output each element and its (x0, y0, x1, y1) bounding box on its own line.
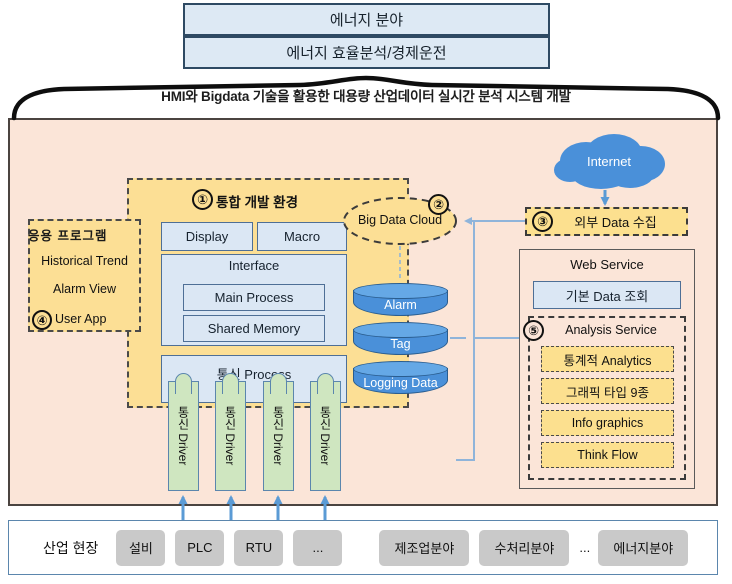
marker-1-icon: ① (192, 189, 213, 210)
device-chip-equipment[interactable]: 설비 (116, 529, 166, 566)
macro-label: Macro (283, 229, 321, 244)
main-process-box[interactable]: Main Process (183, 284, 325, 311)
analysis-item-graphic-types[interactable]: 그래픽 타입 9종 (541, 378, 674, 404)
banner-energy-efficiency: 에너지 효율분석/경제운전 (183, 36, 550, 69)
driver-2-text: 통신 Driver (216, 382, 245, 490)
field-chip-water-treatment-label: 수처리분야 (494, 541, 555, 556)
banner-energy-field-label: 에너지 분야 (329, 12, 404, 29)
device-chip-rtu[interactable]: RTU (234, 529, 284, 566)
field-chip-ellipsis: ... (579, 540, 590, 555)
page-title: HMI와 Bigdata 기술을 활용한 대용량 산업데이터 실시간 분석 시스… (60, 84, 672, 106)
basic-data-query-label: 기본 Data 조회 (565, 288, 649, 304)
database-logging-data: Logging Data (353, 361, 448, 394)
analysis-item-think-flow-label: Think Flow (577, 448, 638, 462)
marker-4-icon: ④ (32, 310, 52, 330)
banner-energy-field: 에너지 분야 (183, 3, 550, 36)
database-tag-label: Tag (390, 337, 411, 351)
internet-cloud: Internet (546, 133, 672, 195)
device-chip-rtu-label: RTU (245, 540, 273, 555)
marker-3-label: ③ (536, 214, 548, 229)
ide-title-text: 통합 개발 환경 (216, 195, 299, 210)
device-chip-more-label: ... (312, 540, 324, 555)
driver-box-3[interactable]: 통신 Driver (263, 373, 294, 491)
driver-4-label: 통신 Driver (318, 406, 332, 466)
marker-1-label: ① (196, 192, 208, 207)
field-chip-energy-label: 에너지분야 (613, 541, 674, 556)
app-item-alarm-view-label: Alarm View (53, 282, 116, 296)
app-item-user-app-label: User App (55, 312, 107, 326)
device-chip-more[interactable]: ... (293, 529, 343, 566)
app-item-alarm-view[interactable]: Alarm View (28, 282, 141, 296)
shared-memory-label: Shared Memory (207, 321, 301, 336)
basic-data-query-box[interactable]: 기본 Data 조회 (533, 281, 681, 309)
internet-label: Internet (586, 153, 632, 169)
application-program-title-text: 응용 프로그램 (28, 229, 108, 243)
web-service-title: Web Service (519, 257, 695, 272)
driver-box-2[interactable]: 통신 Driver (215, 373, 246, 491)
display-box[interactable]: Display (161, 222, 253, 251)
analysis-item-graphic-types-label: 그래픽 타입 9종 (566, 385, 649, 400)
analysis-service-title-text: Analysis Service (565, 323, 657, 337)
marker-5-label: ⑤ (527, 323, 539, 338)
industrial-site-label: 산업 현장 (43, 539, 99, 556)
marker-2-icon: ② (428, 194, 449, 215)
database-logging-label: Logging Data (363, 376, 438, 390)
interface-label: Interface (228, 258, 280, 273)
banner-energy-efficiency-label: 에너지 효율분석/경제운전 (286, 45, 447, 62)
marker-5-icon: ⑤ (523, 320, 544, 341)
analysis-item-statistical-analytics[interactable]: 통계적 Analytics (541, 346, 674, 372)
analysis-item-statistical-analytics-label: 통계적 Analytics (563, 353, 652, 368)
database-alarm: Alarm (353, 283, 448, 316)
driver-3-label: 통신 Driver (271, 406, 285, 466)
analysis-item-info-graphics[interactable]: Info graphics (541, 410, 674, 436)
field-chip-manufacturing[interactable]: 제조업분야 (379, 529, 470, 566)
field-chip-manufacturing-label: 제조업분야 (394, 541, 455, 556)
marker-4-label: ④ (36, 312, 48, 328)
web-service-title-text: Web Service (570, 257, 644, 272)
external-data-collection-label: 외부 Data 수집 (574, 215, 657, 230)
industrial-site-row: 산업 현장 설비 PLC RTU ... 제조업분야 수처리분야 ... 에너지… (8, 520, 718, 575)
driver-box-1[interactable]: 통신 Driver (168, 373, 199, 491)
driver-4-text: 통신 Driver (311, 382, 340, 490)
device-chip-equipment-label: 설비 (128, 541, 153, 556)
driver-1-text: 통신 Driver (169, 382, 198, 490)
device-chip-plc-label: PLC (187, 540, 213, 555)
driver-3-text: 통신 Driver (264, 382, 293, 490)
macro-box[interactable]: Macro (257, 222, 347, 251)
marker-3-icon: ③ (532, 211, 553, 232)
main-process-label: Main Process (214, 290, 294, 305)
field-chip-energy[interactable]: 에너지분야 (598, 529, 689, 566)
page-title-text: HMI와 Bigdata 기술을 활용한 대용량 산업데이터 실시간 분석 시스… (161, 89, 571, 104)
field-chip-ellipsis-label: ... (579, 540, 591, 555)
driver-2-label: 통신 Driver (223, 406, 237, 466)
app-item-user-app[interactable]: User App (55, 312, 139, 326)
analysis-item-info-graphics-label: Info graphics (571, 416, 644, 430)
device-chip-plc[interactable]: PLC (175, 529, 225, 566)
database-alarm-label: Alarm (384, 298, 417, 312)
marker-2-label: ② (432, 197, 444, 212)
analysis-item-think-flow[interactable]: Think Flow (541, 442, 674, 468)
application-program-title: 응용 프로그램 (28, 225, 141, 244)
app-item-historical-trend[interactable]: Historical Trend (28, 254, 141, 268)
analysis-service-title: Analysis Service (546, 323, 676, 337)
driver-1-label: 통신 Driver (176, 406, 190, 466)
display-label: Display (185, 229, 229, 244)
driver-box-4[interactable]: 통신 Driver (310, 373, 341, 491)
field-chip-water-treatment[interactable]: 수처리분야 (479, 529, 570, 566)
database-tag: Tag (353, 322, 448, 355)
app-item-historical-trend-label: Historical Trend (41, 254, 128, 268)
shared-memory-box[interactable]: Shared Memory (183, 315, 325, 342)
